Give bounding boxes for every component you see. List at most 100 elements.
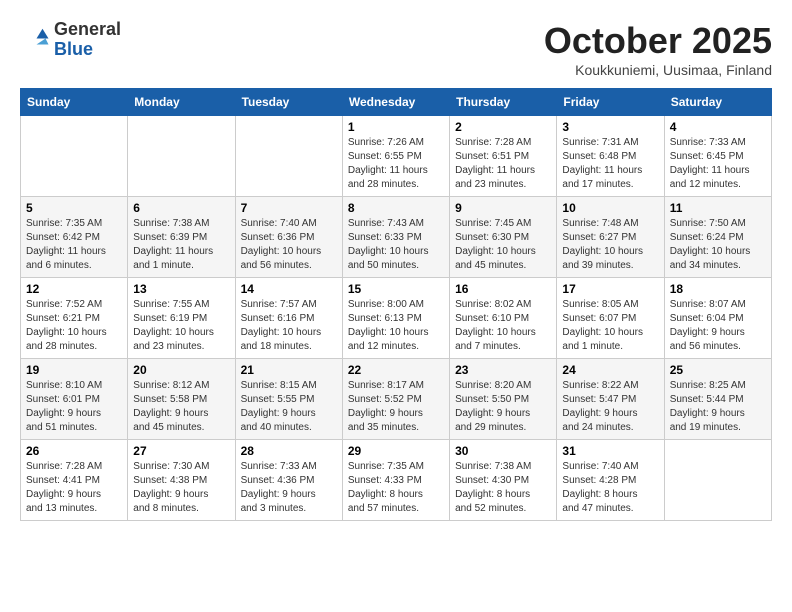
calendar-cell: 12 Sunrise: 7:52 AM Sunset: 6:21 PM Dayli… — [21, 278, 128, 359]
day-number: 3 — [562, 120, 658, 134]
day-info: Sunrise: 8:22 AM Sunset: 5:47 PM Dayligh… — [562, 379, 658, 435]
calendar-week-row: 26 Sunrise: 7:28 AM Sunset: 4:41 PM Dayli… — [21, 440, 772, 521]
calendar-table: SundayMondayTuesdayWednesdayThursdayFrid… — [20, 88, 772, 521]
day-number: 26 — [26, 444, 122, 458]
logo: General Blue — [20, 20, 121, 60]
calendar-cell — [21, 116, 128, 197]
calendar-cell: 17Sunrise: 8:05 AM Sunset: 6:07 PM Dayli… — [557, 278, 664, 359]
calendar-cell: 13 Sunrise: 7:55 AM Sunset: 6:19 PM Dayli… — [128, 278, 235, 359]
day-info: Sunrise: 7:52 AM Sunset: 6:21 PM Dayligh… — [26, 298, 122, 354]
day-number: 10 — [562, 201, 658, 215]
day-number: 27 — [133, 444, 229, 458]
title-section: October 2025 Koukkuniemi, Uusimaa, Finla… — [544, 20, 772, 78]
calendar-week-row: 19Sunrise: 8:10 AM Sunset: 6:01 PM Dayli… — [21, 359, 772, 440]
day-info: Sunrise: 7:38 AM Sunset: 6:39 PM Dayligh… — [133, 217, 229, 273]
calendar-cell: 4 Sunrise: 7:33 AM Sunset: 6:45 PM Daylig… — [664, 116, 771, 197]
day-info: Sunrise: 7:33 AM Sunset: 6:45 PM Dayligh… — [670, 136, 766, 192]
logo-general-text: General — [54, 20, 121, 40]
day-info: Sunrise: 7:43 AM Sunset: 6:33 PM Dayligh… — [348, 217, 444, 273]
logo-text: General Blue — [54, 20, 121, 60]
calendar-cell: 5 Sunrise: 7:35 AM Sunset: 6:42 PM Daylig… — [21, 197, 128, 278]
day-number: 23 — [455, 363, 551, 377]
day-info: Sunrise: 7:55 AM Sunset: 6:19 PM Dayligh… — [133, 298, 229, 354]
calendar-week-row: 12 Sunrise: 7:52 AM Sunset: 6:21 PM Dayli… — [21, 278, 772, 359]
calendar-cell: 2 Sunrise: 7:28 AM Sunset: 6:51 PM Daylig… — [450, 116, 557, 197]
page-header: General Blue October 2025 Koukkuniemi, U… — [20, 20, 772, 78]
day-number: 19 — [26, 363, 122, 377]
calendar-cell: 7Sunrise: 7:40 AM Sunset: 6:36 PM Daylig… — [235, 197, 342, 278]
calendar-cell: 20 Sunrise: 8:12 AM Sunset: 5:58 PM Dayli… — [128, 359, 235, 440]
day-number: 12 — [26, 282, 122, 296]
calendar-cell: 29Sunrise: 7:35 AM Sunset: 4:33 PM Dayli… — [342, 440, 449, 521]
calendar-cell: 25 Sunrise: 8:25 AM Sunset: 5:44 PM Dayli… — [664, 359, 771, 440]
calendar-header: SundayMondayTuesdayWednesdayThursdayFrid… — [21, 89, 772, 116]
weekday-header-sunday: Sunday — [21, 89, 128, 116]
day-info: Sunrise: 7:28 AM Sunset: 6:51 PM Dayligh… — [455, 136, 551, 192]
day-info: Sunrise: 8:07 AM Sunset: 6:04 PM Dayligh… — [670, 298, 766, 354]
calendar-cell: 22Sunrise: 8:17 AM Sunset: 5:52 PM Dayli… — [342, 359, 449, 440]
day-info: Sunrise: 8:25 AM Sunset: 5:44 PM Dayligh… — [670, 379, 766, 435]
day-number: 5 — [26, 201, 122, 215]
calendar-week-row: 5 Sunrise: 7:35 AM Sunset: 6:42 PM Daylig… — [21, 197, 772, 278]
calendar-cell: 15Sunrise: 8:00 AM Sunset: 6:13 PM Dayli… — [342, 278, 449, 359]
day-number: 4 — [670, 120, 766, 134]
calendar-cell: 21 Sunrise: 8:15 AM Sunset: 5:55 PM Dayli… — [235, 359, 342, 440]
calendar-cell: 6 Sunrise: 7:38 AM Sunset: 6:39 PM Daylig… — [128, 197, 235, 278]
weekday-header-wednesday: Wednesday — [342, 89, 449, 116]
calendar-cell: 10 Sunrise: 7:48 AM Sunset: 6:27 PM Dayli… — [557, 197, 664, 278]
calendar-cell: 28 Sunrise: 7:33 AM Sunset: 4:36 PM Dayli… — [235, 440, 342, 521]
calendar-cell — [664, 440, 771, 521]
day-number: 7 — [241, 201, 337, 215]
day-info: Sunrise: 7:40 AM Sunset: 4:28 PM Dayligh… — [562, 460, 658, 516]
day-info: Sunrise: 7:33 AM Sunset: 4:36 PM Dayligh… — [241, 460, 337, 516]
calendar-cell: 30 Sunrise: 7:38 AM Sunset: 4:30 PM Dayli… — [450, 440, 557, 521]
day-number: 24 — [562, 363, 658, 377]
day-info: Sunrise: 7:26 AM Sunset: 6:55 PM Dayligh… — [348, 136, 444, 192]
day-number: 14 — [241, 282, 337, 296]
calendar-cell: 24 Sunrise: 8:22 AM Sunset: 5:47 PM Dayli… — [557, 359, 664, 440]
day-number: 25 — [670, 363, 766, 377]
day-info: Sunrise: 8:12 AM Sunset: 5:58 PM Dayligh… — [133, 379, 229, 435]
calendar-week-row: 1Sunrise: 7:26 AM Sunset: 6:55 PM Daylig… — [21, 116, 772, 197]
day-info: Sunrise: 8:02 AM Sunset: 6:10 PM Dayligh… — [455, 298, 551, 354]
day-info: Sunrise: 8:05 AM Sunset: 6:07 PM Dayligh… — [562, 298, 658, 354]
day-info: Sunrise: 7:48 AM Sunset: 6:27 PM Dayligh… — [562, 217, 658, 273]
day-number: 28 — [241, 444, 337, 458]
day-number: 16 — [455, 282, 551, 296]
day-number: 13 — [133, 282, 229, 296]
calendar-cell — [235, 116, 342, 197]
day-number: 11 — [670, 201, 766, 215]
calendar-cell: 1Sunrise: 7:26 AM Sunset: 6:55 PM Daylig… — [342, 116, 449, 197]
day-info: Sunrise: 8:20 AM Sunset: 5:50 PM Dayligh… — [455, 379, 551, 435]
day-number: 30 — [455, 444, 551, 458]
calendar-cell: 19Sunrise: 8:10 AM Sunset: 6:01 PM Dayli… — [21, 359, 128, 440]
calendar-title: October 2025 — [544, 20, 772, 62]
weekday-header-thursday: Thursday — [450, 89, 557, 116]
calendar-cell: 3 Sunrise: 7:31 AM Sunset: 6:48 PM Daylig… — [557, 116, 664, 197]
day-info: Sunrise: 7:35 AM Sunset: 6:42 PM Dayligh… — [26, 217, 122, 273]
calendar-cell: 26 Sunrise: 7:28 AM Sunset: 4:41 PM Dayli… — [21, 440, 128, 521]
calendar-cell: 11 Sunrise: 7:50 AM Sunset: 6:24 PM Dayli… — [664, 197, 771, 278]
day-number: 2 — [455, 120, 551, 134]
weekday-header-friday: Friday — [557, 89, 664, 116]
day-number: 20 — [133, 363, 229, 377]
calendar-cell: 18Sunrise: 8:07 AM Sunset: 6:04 PM Dayli… — [664, 278, 771, 359]
day-number: 31 — [562, 444, 658, 458]
day-number: 6 — [133, 201, 229, 215]
day-number: 15 — [348, 282, 444, 296]
day-info: Sunrise: 7:50 AM Sunset: 6:24 PM Dayligh… — [670, 217, 766, 273]
calendar-cell — [128, 116, 235, 197]
weekday-header-row: SundayMondayTuesdayWednesdayThursdayFrid… — [21, 89, 772, 116]
calendar-cell: 14 Sunrise: 7:57 AM Sunset: 6:16 PM Dayli… — [235, 278, 342, 359]
calendar-body: 1Sunrise: 7:26 AM Sunset: 6:55 PM Daylig… — [21, 116, 772, 521]
logo-icon — [20, 25, 50, 55]
weekday-header-monday: Monday — [128, 89, 235, 116]
day-info: Sunrise: 7:31 AM Sunset: 6:48 PM Dayligh… — [562, 136, 658, 192]
day-info: Sunrise: 8:15 AM Sunset: 5:55 PM Dayligh… — [241, 379, 337, 435]
day-info: Sunrise: 7:38 AM Sunset: 4:30 PM Dayligh… — [455, 460, 551, 516]
day-info: Sunrise: 7:57 AM Sunset: 6:16 PM Dayligh… — [241, 298, 337, 354]
calendar-cell: 8Sunrise: 7:43 AM Sunset: 6:33 PM Daylig… — [342, 197, 449, 278]
day-info: Sunrise: 7:28 AM Sunset: 4:41 PM Dayligh… — [26, 460, 122, 516]
day-number: 21 — [241, 363, 337, 377]
weekday-header-saturday: Saturday — [664, 89, 771, 116]
